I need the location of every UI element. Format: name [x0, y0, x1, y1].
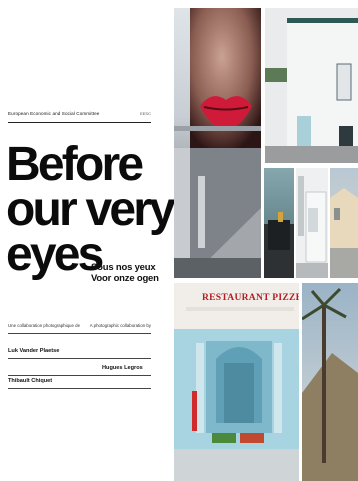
title-line-1: Before [6, 138, 144, 191]
author-name: Luk Vander Plaetse [8, 348, 60, 354]
restaurant-sign: RESTAURANT PIZZERIA [202, 293, 299, 303]
palm-illustration [302, 287, 358, 481]
author-divider [8, 388, 151, 389]
author-name: Thibault Chiquet [8, 378, 53, 384]
subtitle-french: Sous nos yeux [91, 262, 156, 273]
street-illustration [330, 188, 358, 278]
header-divider [8, 122, 151, 123]
author-name: Hugues Legros [102, 365, 143, 371]
photo-car-dusk [264, 168, 294, 278]
publisher-row: European Economic and Social Committee E… [8, 111, 151, 116]
text-panel: European Economic and Social Committee E… [0, 0, 176, 481]
credits-caption-english: A photographic collaboration by [89, 323, 151, 328]
author-divider [8, 358, 151, 359]
photo-white-van [296, 168, 328, 278]
photo-street [330, 168, 358, 278]
book-cover: European Economic and Social Committee E… [0, 0, 358, 481]
photo-palm-tree [302, 283, 358, 481]
credits-caption-french: Une collaboration photographique de [8, 323, 81, 328]
car-illustration [264, 212, 294, 278]
photo-restaurant-pizzeria: RESTAURANT PIZZERIA [174, 283, 299, 481]
credits-divider [8, 333, 151, 334]
publisher-code: EESC [140, 111, 151, 116]
cover-subtitle: Sous nos yeux Voor onze ogen [91, 262, 159, 284]
title-line-2: our very [6, 183, 176, 236]
house-illustration [265, 8, 358, 163]
credits-captions: Une collaboration photographique de A ph… [8, 323, 151, 328]
restaurant-illustration: RESTAURANT PIZZERIA [174, 283, 299, 481]
author-divider [8, 375, 151, 376]
subtitle-dutch: Voor onze ogen [91, 272, 159, 284]
photo-lips-billboard [174, 8, 261, 278]
publisher-name: European Economic and Social Committee [8, 111, 100, 116]
van-illustration [296, 168, 328, 278]
lips-illustration [174, 8, 261, 278]
photo-white-house [265, 8, 358, 163]
cover-title: Before our very eyes [6, 138, 176, 279]
